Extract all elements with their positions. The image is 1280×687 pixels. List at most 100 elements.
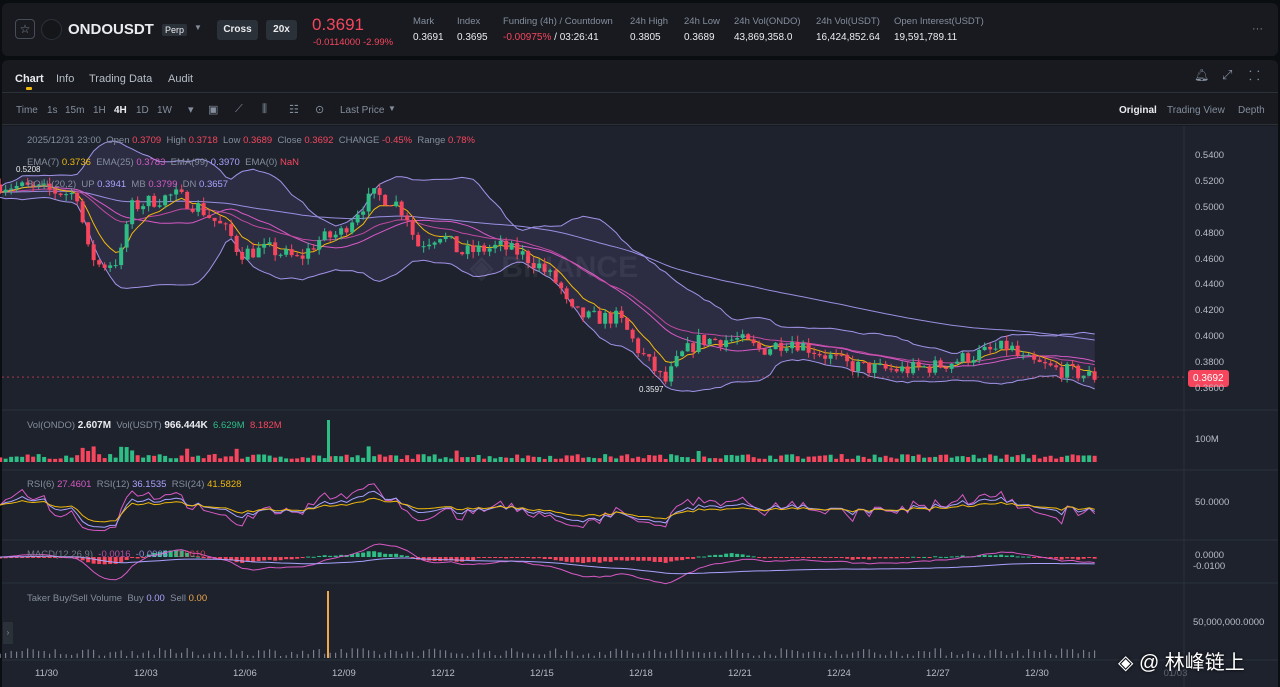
volume-bar — [234, 448, 239, 462]
candle-body — [691, 343, 696, 352]
volume-bar — [691, 458, 696, 462]
candle-body — [394, 201, 399, 207]
volume-bar — [267, 455, 272, 462]
taker-volume-bar — [98, 655, 100, 658]
chart-svg[interactable] — [0, 0, 1280, 687]
rsi-legend: RSI(6) 27.4601 RSI(12) 36.1535 RSI(24) 4… — [27, 479, 241, 490]
taker-volume-bar — [395, 651, 397, 658]
taker-volume-bar — [1039, 651, 1041, 658]
volume-bar — [75, 455, 80, 462]
taker-volume-bar — [115, 651, 117, 658]
taker-volume-bar — [445, 650, 447, 658]
volume-bar — [839, 454, 844, 462]
volume-bar — [201, 458, 206, 462]
macd-histogram-bar — [955, 556, 960, 558]
candle-body — [900, 366, 905, 372]
price-tick: 0.5200 — [1195, 175, 1225, 187]
taker-volume-bar — [703, 652, 705, 658]
macd-histogram-bar — [383, 553, 388, 557]
volume-bar — [119, 446, 124, 462]
volume-bar — [47, 458, 52, 462]
candle-body — [377, 188, 382, 195]
scroll-left-button[interactable]: › — [3, 622, 13, 644]
taker-volume-bar — [665, 653, 667, 658]
candle-body — [234, 235, 239, 252]
volume-bar — [102, 458, 107, 462]
price-tick: 0.3800 — [1195, 357, 1225, 369]
candle-body — [262, 243, 267, 248]
boll-mb-value: 0.3799 — [148, 179, 178, 190]
macd-histogram-bar — [399, 555, 404, 557]
macd-histogram-bar — [762, 557, 767, 559]
volume-bar — [685, 457, 690, 462]
taker-volume-bar — [494, 655, 496, 658]
macd-histogram-bar — [322, 555, 327, 557]
taker-volume-bar — [1061, 648, 1063, 658]
taker-volume-bar — [505, 650, 507, 658]
taker-volume-bar — [654, 649, 656, 658]
macd-histogram-bar — [900, 557, 905, 558]
low-value: 0.3689 — [243, 135, 273, 146]
macd-histogram-bar — [790, 557, 795, 558]
volume-bar — [663, 458, 668, 462]
candle-body — [421, 246, 426, 248]
taker-volume-bar — [1094, 650, 1096, 658]
volume-bar — [42, 456, 47, 462]
taker-volume-bar — [720, 655, 722, 658]
volume-bar — [592, 457, 597, 462]
volume-bar — [757, 458, 762, 462]
volume-bar — [196, 455, 201, 462]
volume-bar — [1021, 454, 1026, 462]
volume-bar — [14, 456, 19, 462]
macd-histogram-bar — [614, 557, 619, 561]
volume-bar — [509, 458, 514, 462]
volume-bar — [812, 456, 817, 462]
volume-bar — [900, 454, 905, 462]
volume-bar — [878, 457, 883, 462]
volume-bar — [1048, 455, 1053, 462]
candle-body — [1070, 364, 1075, 366]
high-label: High — [166, 135, 187, 146]
candle-body — [905, 366, 910, 374]
taker-volume-bar — [775, 655, 777, 658]
macd-histogram-bar — [520, 557, 525, 558]
volume-bar — [1070, 454, 1075, 462]
volume-bar — [515, 454, 520, 462]
open-value: 0.3709 — [132, 135, 162, 146]
macd-histogram-bar — [542, 557, 547, 560]
change-value: -0.45% — [382, 135, 413, 146]
candle-body — [350, 222, 355, 233]
taker-volume-bar — [109, 652, 111, 658]
taker-volume-bar — [467, 655, 469, 658]
candle-body — [883, 363, 888, 369]
volume-bar — [927, 457, 932, 462]
candle-body — [872, 364, 877, 373]
macd-histogram-bar — [812, 557, 817, 558]
volume-bar — [867, 458, 872, 462]
macd-histogram-bar — [465, 557, 470, 561]
volume-bar — [641, 458, 646, 462]
taker-volume-bar — [164, 650, 166, 658]
candle-body — [608, 312, 613, 324]
taker-volume-bar — [219, 652, 221, 658]
volume-bar — [652, 455, 657, 462]
candle-body — [405, 215, 410, 221]
volume-bar — [399, 458, 404, 462]
candle-body — [982, 346, 987, 351]
ema-legend[interactable]: EMA(7) 0.3736 EMA(25) 0.3783 EMA(99) 0.3… — [27, 157, 299, 168]
volume-legend: Vol(ONDO) 2.607M Vol(USDT) 966.444K 6.62… — [27, 420, 282, 431]
volume-bar — [850, 458, 855, 462]
candle-body — [894, 368, 899, 372]
candle-body — [69, 192, 74, 195]
watermark-author: ◈ @ 林峰链上 — [1118, 652, 1245, 674]
macd-histogram-bar — [856, 557, 861, 559]
volume-bar — [746, 454, 751, 462]
macd-histogram-bar — [773, 557, 778, 558]
taker-volume-bar — [912, 655, 914, 658]
boll-legend[interactable]: BOLL(20,2) UP 0.3941 MB 0.3799 DN 0.3657 — [27, 179, 228, 190]
taker-volume-bar — [434, 648, 436, 658]
volume-bar — [361, 457, 366, 462]
taker-volume-bar — [1028, 649, 1030, 658]
candle-body — [619, 310, 624, 318]
taker-volume-bar — [82, 649, 84, 658]
